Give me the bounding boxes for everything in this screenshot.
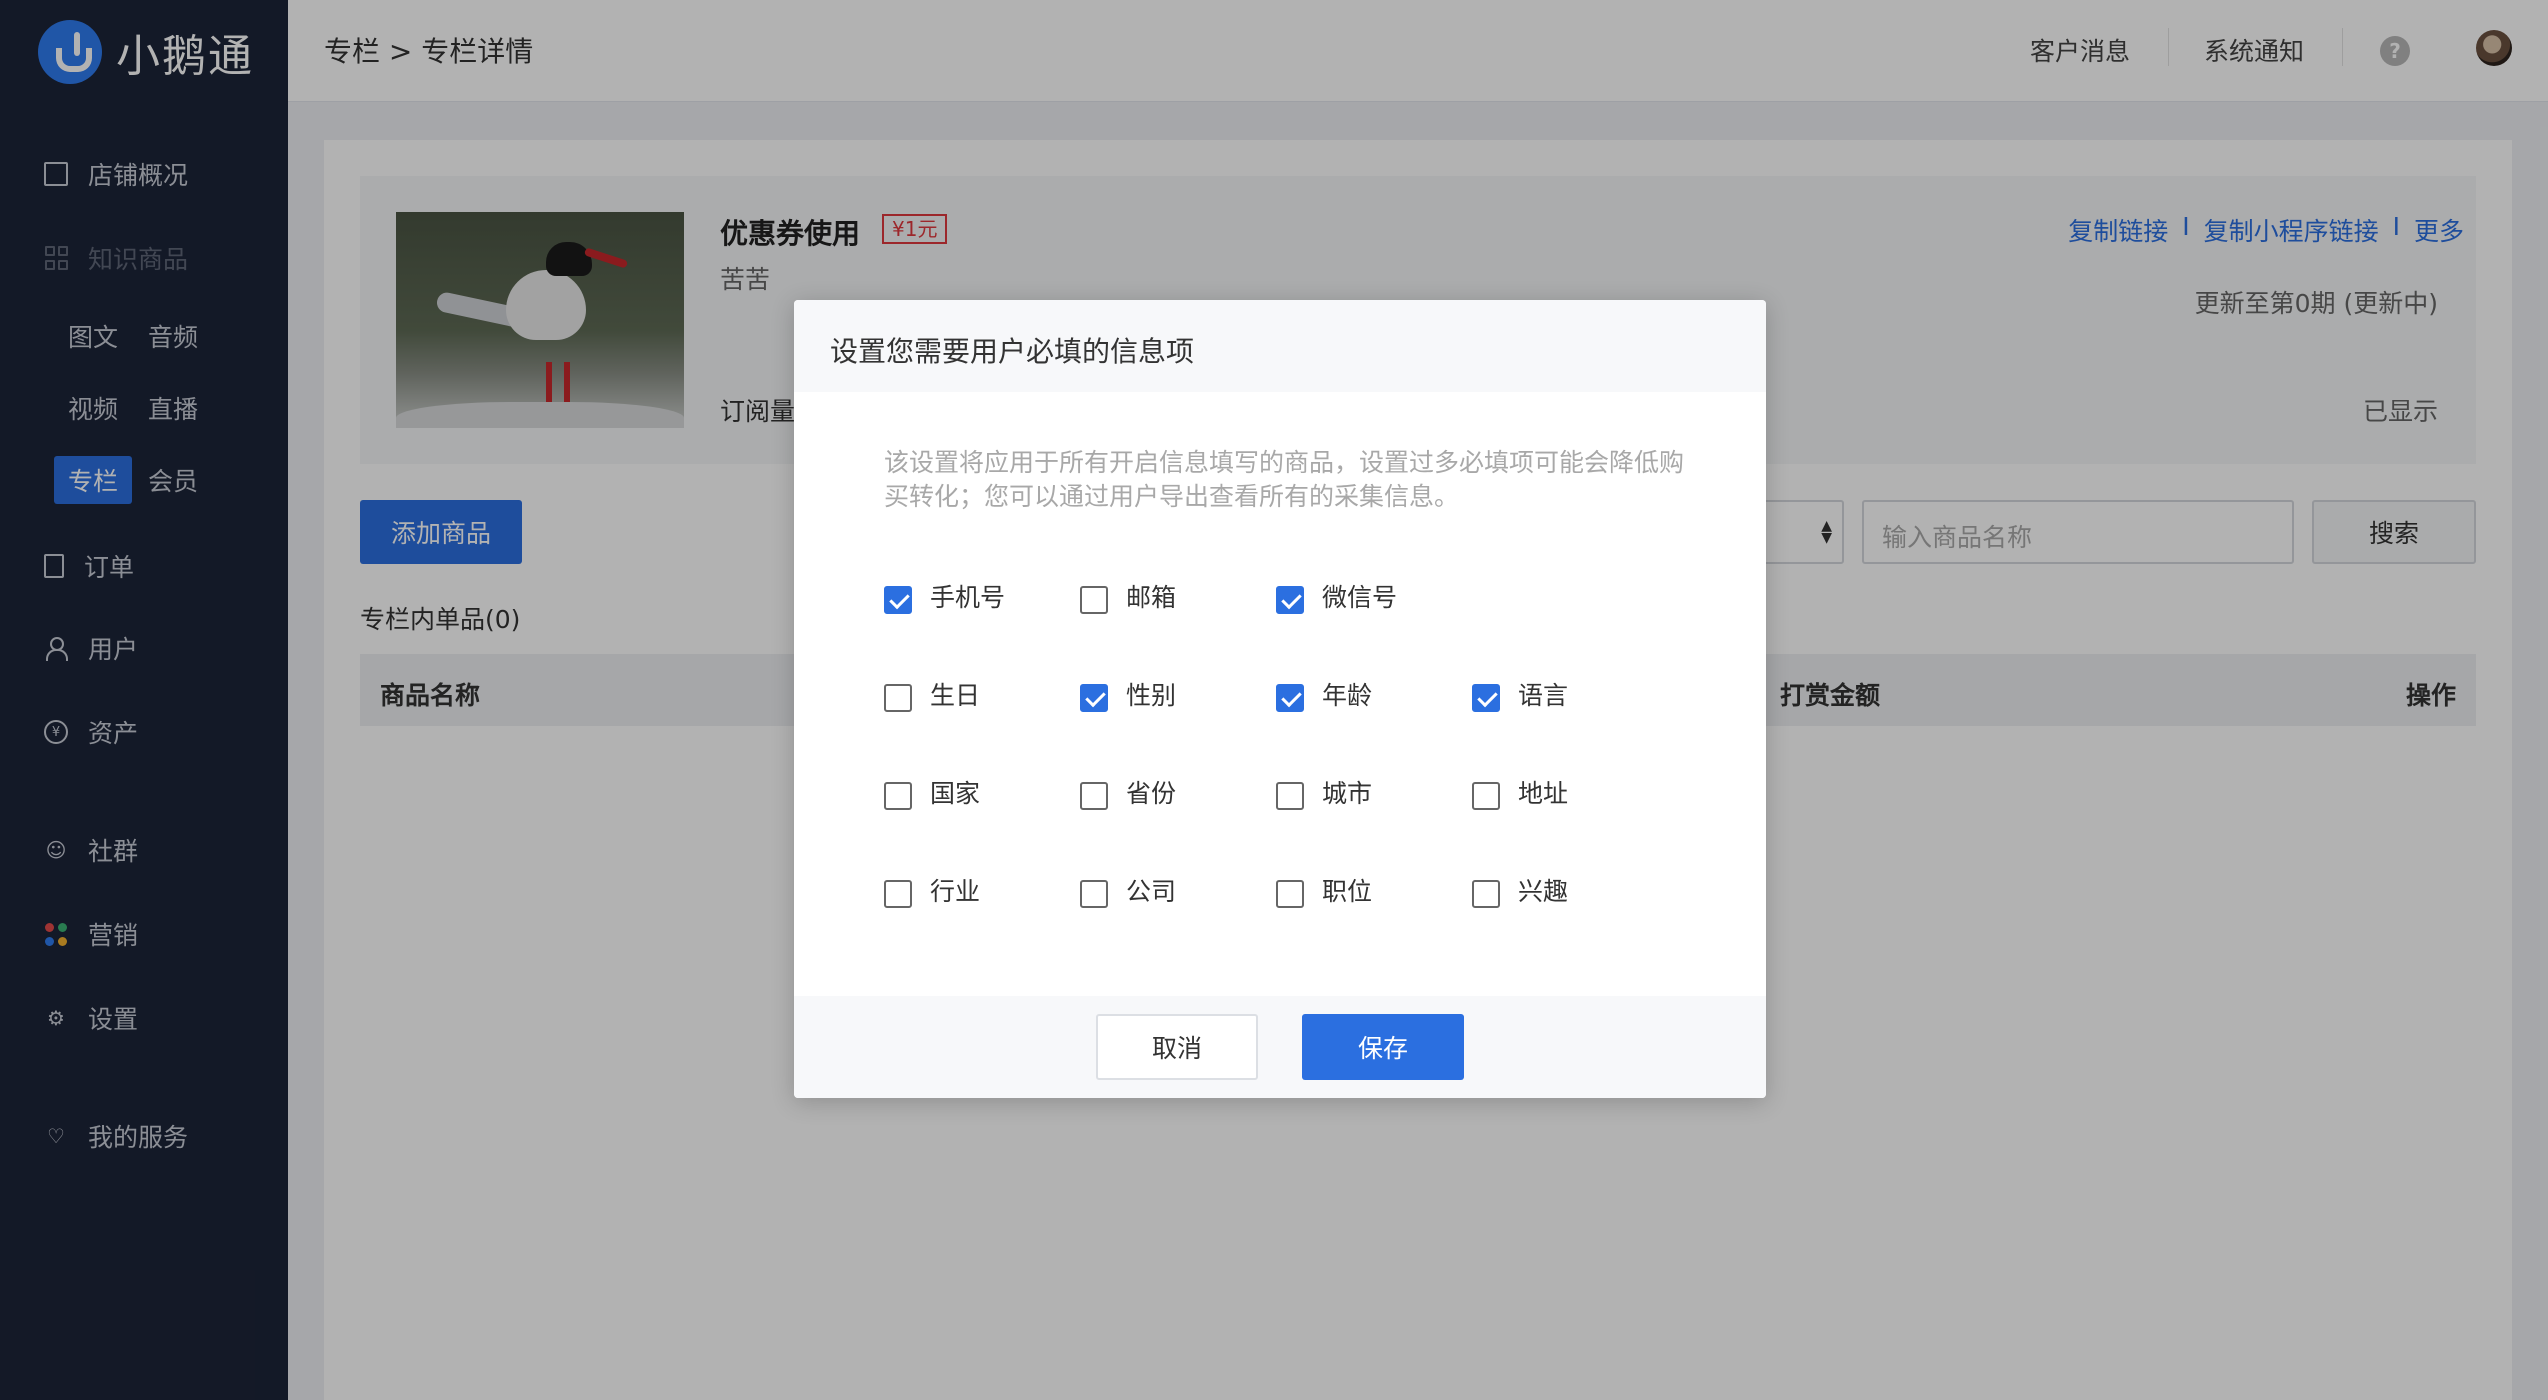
- option-address[interactable]: 地址: [1472, 774, 1568, 810]
- dialog-description: 该设置将应用于所有开启信息填写的商品，设置过多必填项可能会降低购买转化；您可以通…: [884, 448, 1685, 511]
- cancel-button[interactable]: 取消: [1096, 1014, 1258, 1080]
- option-label: 手机号: [930, 583, 1006, 612]
- checkbox[interactable]: [884, 782, 912, 810]
- save-button[interactable]: 保存: [1302, 1014, 1464, 1080]
- option-city[interactable]: 城市: [1276, 774, 1372, 810]
- dialog-header: 设置您需要用户必填的信息项: [794, 300, 1766, 392]
- option-email[interactable]: 邮箱: [1080, 578, 1176, 614]
- option-label: 国家: [930, 779, 981, 808]
- checkbox[interactable]: [1080, 782, 1108, 810]
- checkbox[interactable]: [1080, 880, 1108, 908]
- option-label: 地址: [1518, 779, 1569, 808]
- option-industry[interactable]: 行业: [884, 872, 980, 908]
- checkbox[interactable]: [884, 880, 912, 908]
- option-language[interactable]: 语言: [1472, 676, 1568, 712]
- option-position[interactable]: 职位: [1276, 872, 1372, 908]
- option-label: 邮箱: [1126, 583, 1177, 612]
- option-company[interactable]: 公司: [1080, 872, 1176, 908]
- checkbox[interactable]: [1080, 684, 1108, 712]
- option-label: 语言: [1518, 681, 1569, 710]
- checkbox[interactable]: [1276, 684, 1304, 712]
- option-phone[interactable]: 手机号: [884, 578, 1005, 614]
- checkbox[interactable]: [1276, 782, 1304, 810]
- option-label: 微信号: [1322, 583, 1398, 612]
- option-label: 兴趣: [1518, 877, 1569, 906]
- checkbox[interactable]: [884, 586, 912, 614]
- checkbox[interactable]: [1472, 782, 1500, 810]
- dialog-title: 设置您需要用户必填的信息项: [830, 335, 1195, 368]
- option-label: 生日: [930, 681, 981, 710]
- option-label: 省份: [1126, 779, 1177, 808]
- checkbox[interactable]: [1276, 586, 1304, 614]
- dialog-footer: [794, 996, 1766, 1098]
- option-label: 年龄: [1322, 681, 1373, 710]
- option-interest[interactable]: 兴趣: [1472, 872, 1568, 908]
- checkbox[interactable]: [1472, 684, 1500, 712]
- option-label: 职位: [1322, 877, 1373, 906]
- option-age[interactable]: 年龄: [1276, 676, 1372, 712]
- option-label: 公司: [1126, 877, 1177, 906]
- checkbox[interactable]: [884, 684, 912, 712]
- checkbox[interactable]: [1472, 880, 1500, 908]
- option-label: 城市: [1322, 779, 1373, 808]
- option-label: 性别: [1126, 681, 1177, 710]
- option-province[interactable]: 省份: [1080, 774, 1176, 810]
- option-country[interactable]: 国家: [884, 774, 980, 810]
- option-birthday[interactable]: 生日: [884, 676, 980, 712]
- required-info-dialog: 设置您需要用户必填的信息项 该设置将应用于所有开启信息填写的商品，设置过多必填项…: [794, 300, 1766, 1098]
- checkbox[interactable]: [1276, 880, 1304, 908]
- option-label: 行业: [930, 877, 981, 906]
- option-gender[interactable]: 性别: [1080, 676, 1176, 712]
- option-wechat[interactable]: 微信号: [1276, 578, 1397, 614]
- checkbox[interactable]: [1080, 586, 1108, 614]
